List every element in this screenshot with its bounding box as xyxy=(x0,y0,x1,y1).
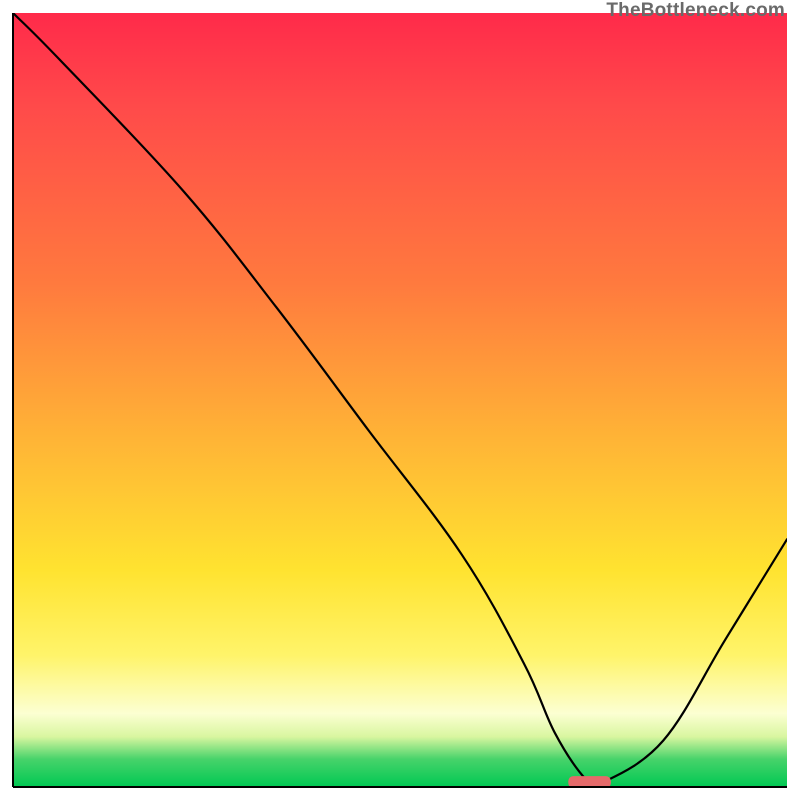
watermark-text: TheBottleneck.com xyxy=(606,0,785,22)
plot-gradient-background xyxy=(13,13,787,787)
bottleneck-chart: TheBottleneck.com xyxy=(0,0,800,800)
